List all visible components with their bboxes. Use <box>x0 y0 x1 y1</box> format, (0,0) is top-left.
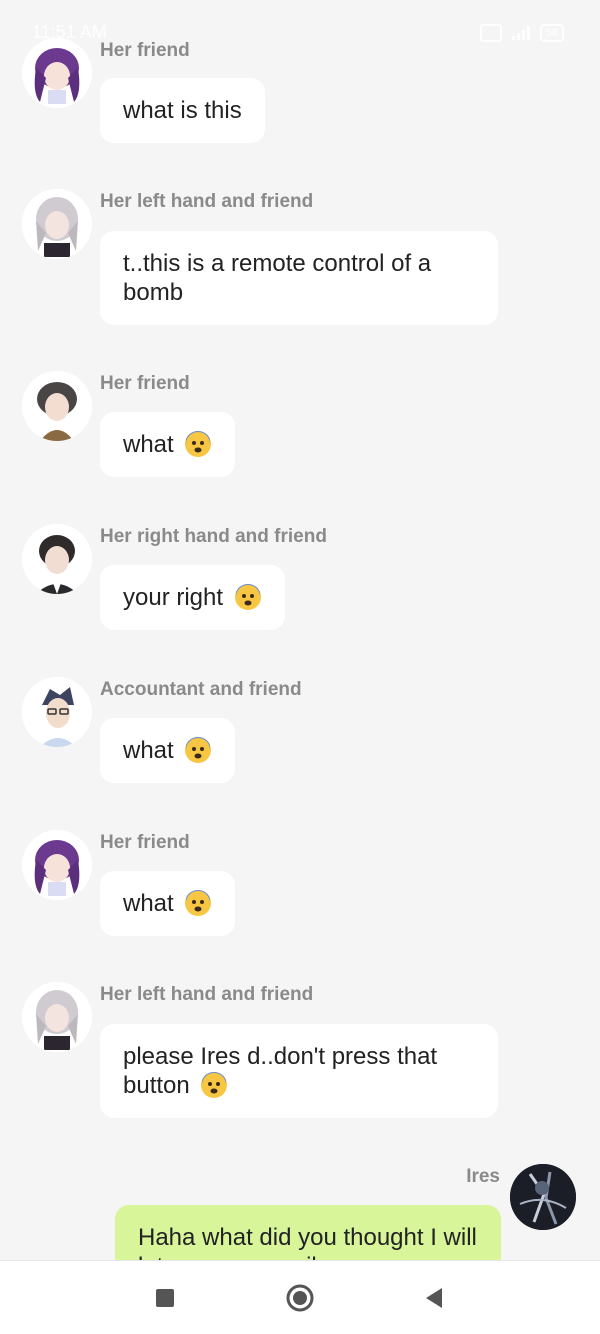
message-text: t..this is a remote control of a bomb <box>123 250 432 306</box>
fearful-face-emoji <box>234 584 261 610</box>
message-bubble[interactable]: what <box>100 718 236 783</box>
dark-knight-avatar[interactable] <box>510 1164 576 1230</box>
message-bubble[interactable]: what <box>100 412 236 477</box>
sender-name: Her left hand and friend <box>100 984 314 1005</box>
signal-icon <box>511 26 530 40</box>
status-time: 11:51 AM <box>32 22 107 42</box>
silver-hair-girl-avatar[interactable] <box>22 982 92 1052</box>
message-text: please Ires d..don't press that button <box>123 1043 438 1099</box>
circle-home-icon[interactable] <box>285 1283 315 1313</box>
sender-name: Her left hand and friend <box>100 191 314 212</box>
battery-level: 58 <box>545 27 558 39</box>
fearful-face-emoji <box>185 737 212 763</box>
own-sender-name: Ires <box>466 1166 500 1187</box>
message-text: what <box>123 890 174 917</box>
message-text: what <box>123 737 174 764</box>
chat-thread[interactable]: Her friend what is this Her left hand an… <box>0 0 600 1260</box>
square-recents-icon[interactable] <box>150 1283 180 1313</box>
glasses-man-avatar[interactable] <box>22 677 92 747</box>
message-text: Haha what did you thought I will let you… <box>138 1224 477 1260</box>
status-icons: 58 <box>479 24 564 42</box>
silver-hair-girl-avatar[interactable] <box>22 189 92 259</box>
message-text: what <box>123 431 174 458</box>
sender-name: Her friend <box>100 373 190 394</box>
brown-hair-boy-avatar[interactable] <box>22 371 92 441</box>
message-bubble[interactable]: what is this <box>100 78 265 143</box>
message-text: your right <box>123 584 224 611</box>
fearful-face-emoji <box>185 431 212 457</box>
sender-name: Her right hand and friend <box>100 526 327 547</box>
battery-icon: 58 <box>539 24 564 42</box>
own-message-bubble[interactable]: Haha what did you thought I will let you… <box>115 1205 501 1260</box>
message-bubble[interactable]: your right <box>100 565 285 630</box>
sender-name: Her friend <box>100 832 190 853</box>
fearful-face-emoji <box>201 1072 228 1098</box>
navigation-bar <box>0 1260 600 1334</box>
fearful-face-emoji <box>185 890 212 916</box>
sender-name: Accountant and friend <box>100 679 302 700</box>
status-bar: 11:51 AM 58 <box>0 0 600 64</box>
message-bubble[interactable]: t..this is a remote control of a bomb <box>100 231 498 325</box>
message-bubble[interactable]: what <box>100 871 236 936</box>
dark-hair-man-avatar[interactable] <box>22 524 92 594</box>
message-bubble[interactable]: please Ires d..don't press that button <box>100 1024 498 1118</box>
purple-hair-girl-avatar[interactable] <box>22 830 92 900</box>
triangle-back-icon[interactable] <box>420 1283 450 1313</box>
message-text: what is this <box>123 97 242 124</box>
notification-icon <box>479 24 502 42</box>
